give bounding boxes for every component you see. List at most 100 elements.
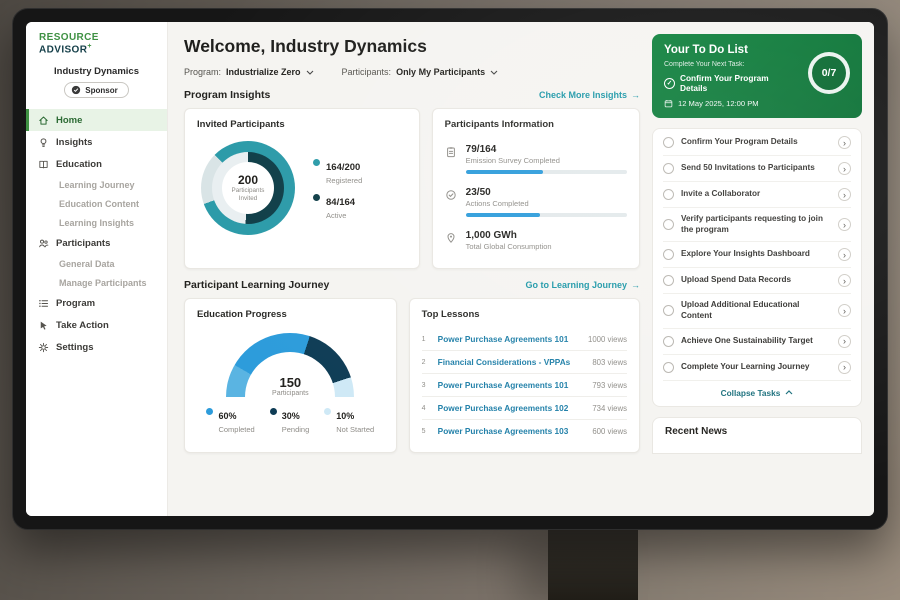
- task-checkbox[interactable]: [663, 275, 674, 286]
- pending-value: 30%: [282, 411, 300, 421]
- task-row[interactable]: Explore Your Insights Dashboard ›: [663, 242, 851, 268]
- registered-value: 164/200: [326, 162, 360, 173]
- lesson-link[interactable]: Power Purchase Agreements 101: [438, 334, 581, 344]
- due-date-label: 12 May 2025, 12:00 PM: [678, 99, 759, 108]
- sidebar-item-home[interactable]: Home: [26, 109, 167, 131]
- participants-filter-dropdown[interactable]: Only My Participants: [396, 67, 498, 77]
- program-filter-label: Program:: [184, 67, 221, 77]
- donut-center: 200 Participants Invited: [222, 162, 274, 214]
- section-title: Program Insights: [184, 89, 270, 101]
- lesson-row[interactable]: 5 Power Purchase Agreements 103 600 view…: [422, 420, 627, 442]
- chevron-right-icon[interactable]: ›: [838, 188, 851, 201]
- lesson-link[interactable]: Financial Considerations - VPPAs: [438, 357, 586, 367]
- sidebar-item-label: Take Action: [56, 320, 109, 331]
- sidebar-item-settings[interactable]: Settings: [26, 336, 167, 358]
- check-more-insights-link[interactable]: Check More Insights →: [539, 90, 640, 100]
- task-row[interactable]: Upload Spend Data Records ›: [663, 268, 851, 294]
- task-label: Confirm Your Program Details: [681, 137, 831, 148]
- task-row[interactable]: Achieve One Sustainability Target ›: [663, 329, 851, 355]
- card-title: Education Progress: [197, 309, 384, 320]
- lesson-link[interactable]: Power Purchase Agreements 101: [438, 380, 586, 390]
- task-row[interactable]: Confirm Your Program Details ›: [663, 130, 851, 156]
- content-area: Welcome, Industry Dynamics Program: Indu…: [168, 22, 874, 516]
- legend-item-completed: 60% Completed: [206, 406, 254, 434]
- actions-completed-value: 23/50: [466, 187, 627, 198]
- check-icon: ✓: [667, 79, 672, 87]
- lesson-row[interactable]: 2 Financial Considerations - VPPAs 803 v…: [422, 351, 627, 374]
- people-icon: [38, 238, 49, 249]
- task-row[interactable]: Invite a Collaborator ›: [663, 182, 851, 208]
- sidebar-item-insights[interactable]: Insights: [26, 131, 167, 153]
- task-row[interactable]: Verify participants requesting to join t…: [663, 208, 851, 242]
- chevron-right-icon[interactable]: ›: [838, 274, 851, 287]
- task-checkbox[interactable]: [663, 336, 674, 347]
- sidebar-item-learning-journey[interactable]: Learning Journey: [26, 175, 167, 194]
- task-checkbox[interactable]: [663, 163, 674, 174]
- sponsor-badge[interactable]: Sponsor: [64, 82, 128, 98]
- go-to-learning-journey-link[interactable]: Go to Learning Journey →: [525, 280, 640, 290]
- link-label: Check More Insights: [539, 90, 627, 100]
- task-checkbox[interactable]: [663, 219, 674, 230]
- task-checkbox[interactable]: [663, 305, 674, 316]
- sidebar-item-participants[interactable]: Participants: [26, 232, 167, 254]
- task-row[interactable]: Complete Your Learning Journey ›: [663, 355, 851, 381]
- participants-information-card: Participants Information 79/164 Emission…: [432, 108, 640, 269]
- lesson-row[interactable]: 4 Power Purchase Agreements 102 734 view…: [422, 397, 627, 420]
- lesson-rank: 1: [422, 336, 431, 343]
- checklist-icon: [445, 187, 457, 217]
- sidebar-item-label: Settings: [56, 342, 93, 353]
- sidebar-item-program[interactable]: Program: [26, 292, 167, 314]
- collapse-tasks-link[interactable]: Collapse Tasks: [663, 381, 851, 405]
- task-label: Achieve One Sustainability Target: [681, 336, 831, 347]
- chevron-right-icon[interactable]: ›: [838, 162, 851, 175]
- chevron-right-icon[interactable]: ›: [838, 136, 851, 149]
- insights-icon: [38, 137, 49, 148]
- task-label: Explore Your Insights Dashboard: [681, 249, 831, 260]
- sidebar-item-learning-insights[interactable]: Learning Insights: [26, 213, 167, 232]
- lesson-link[interactable]: Power Purchase Agreements 102: [438, 403, 586, 413]
- task-checkbox[interactable]: [663, 249, 674, 260]
- todo-next-task[interactable]: ✓ Confirm Your Program Details: [664, 73, 796, 93]
- lesson-views: 1000 views: [588, 335, 627, 344]
- todo-progress-ring: 0/7: [808, 52, 850, 94]
- gauge-arc: [226, 333, 354, 397]
- sponsor-label: Sponsor: [85, 86, 117, 95]
- lesson-link[interactable]: Power Purchase Agreements 103: [438, 426, 586, 436]
- program-filter-dropdown[interactable]: Industrialize Zero: [226, 67, 314, 77]
- task-label: Upload Additional Educational Content: [681, 300, 831, 321]
- chevron-right-icon[interactable]: ›: [838, 361, 851, 374]
- task-checkbox[interactable]: [663, 137, 674, 148]
- task-row[interactable]: Upload Additional Educational Content ›: [663, 294, 851, 328]
- lesson-views: 803 views: [592, 358, 627, 367]
- lesson-row[interactable]: 1 Power Purchase Agreements 101 1000 vie…: [422, 328, 627, 351]
- invited-donut-chart: 200 Participants Invited 164/200: [197, 138, 407, 237]
- invited-participants-card: Invited Participants 200 Participants In…: [184, 108, 420, 269]
- card-title: Top Lessons: [422, 309, 627, 320]
- sidebar-item-take-action[interactable]: Take Action: [26, 314, 167, 336]
- arrow-right-icon: →: [631, 280, 640, 290]
- chevron-right-icon[interactable]: ›: [838, 335, 851, 348]
- not-started-label: Not Started: [336, 425, 374, 434]
- registered-label: Registered: [326, 176, 362, 185]
- chevron-right-icon[interactable]: ›: [838, 218, 851, 231]
- completed-label: Completed: [218, 425, 254, 434]
- chevron-right-icon[interactable]: ›: [838, 248, 851, 261]
- card-title: Invited Participants: [197, 119, 407, 130]
- sidebar-item-education[interactable]: Education: [26, 153, 167, 175]
- program-filter: Program: Industrialize Zero: [184, 67, 314, 77]
- sidebar-item-education-content[interactable]: Education Content: [26, 194, 167, 213]
- pointer-icon: [38, 320, 49, 331]
- task-checkbox[interactable]: [663, 362, 674, 373]
- sidebar-item-label: Insights: [56, 137, 92, 148]
- todo-due-date: 12 May 2025, 12:00 PM: [664, 99, 850, 108]
- pin-icon: [445, 230, 457, 251]
- chevron-right-icon[interactable]: ›: [838, 304, 851, 317]
- chevron-down-icon: [490, 70, 498, 75]
- task-row[interactable]: Send 50 Invitations to Participants ›: [663, 156, 851, 182]
- lesson-rank: 2: [422, 359, 431, 366]
- sidebar-item-manage-participants[interactable]: Manage Participants: [26, 273, 167, 292]
- gauge-label: Participants: [226, 390, 354, 397]
- task-checkbox[interactable]: [663, 189, 674, 200]
- lesson-row[interactable]: 3 Power Purchase Agreements 101 793 view…: [422, 374, 627, 397]
- sidebar-item-general-data[interactable]: General Data: [26, 254, 167, 273]
